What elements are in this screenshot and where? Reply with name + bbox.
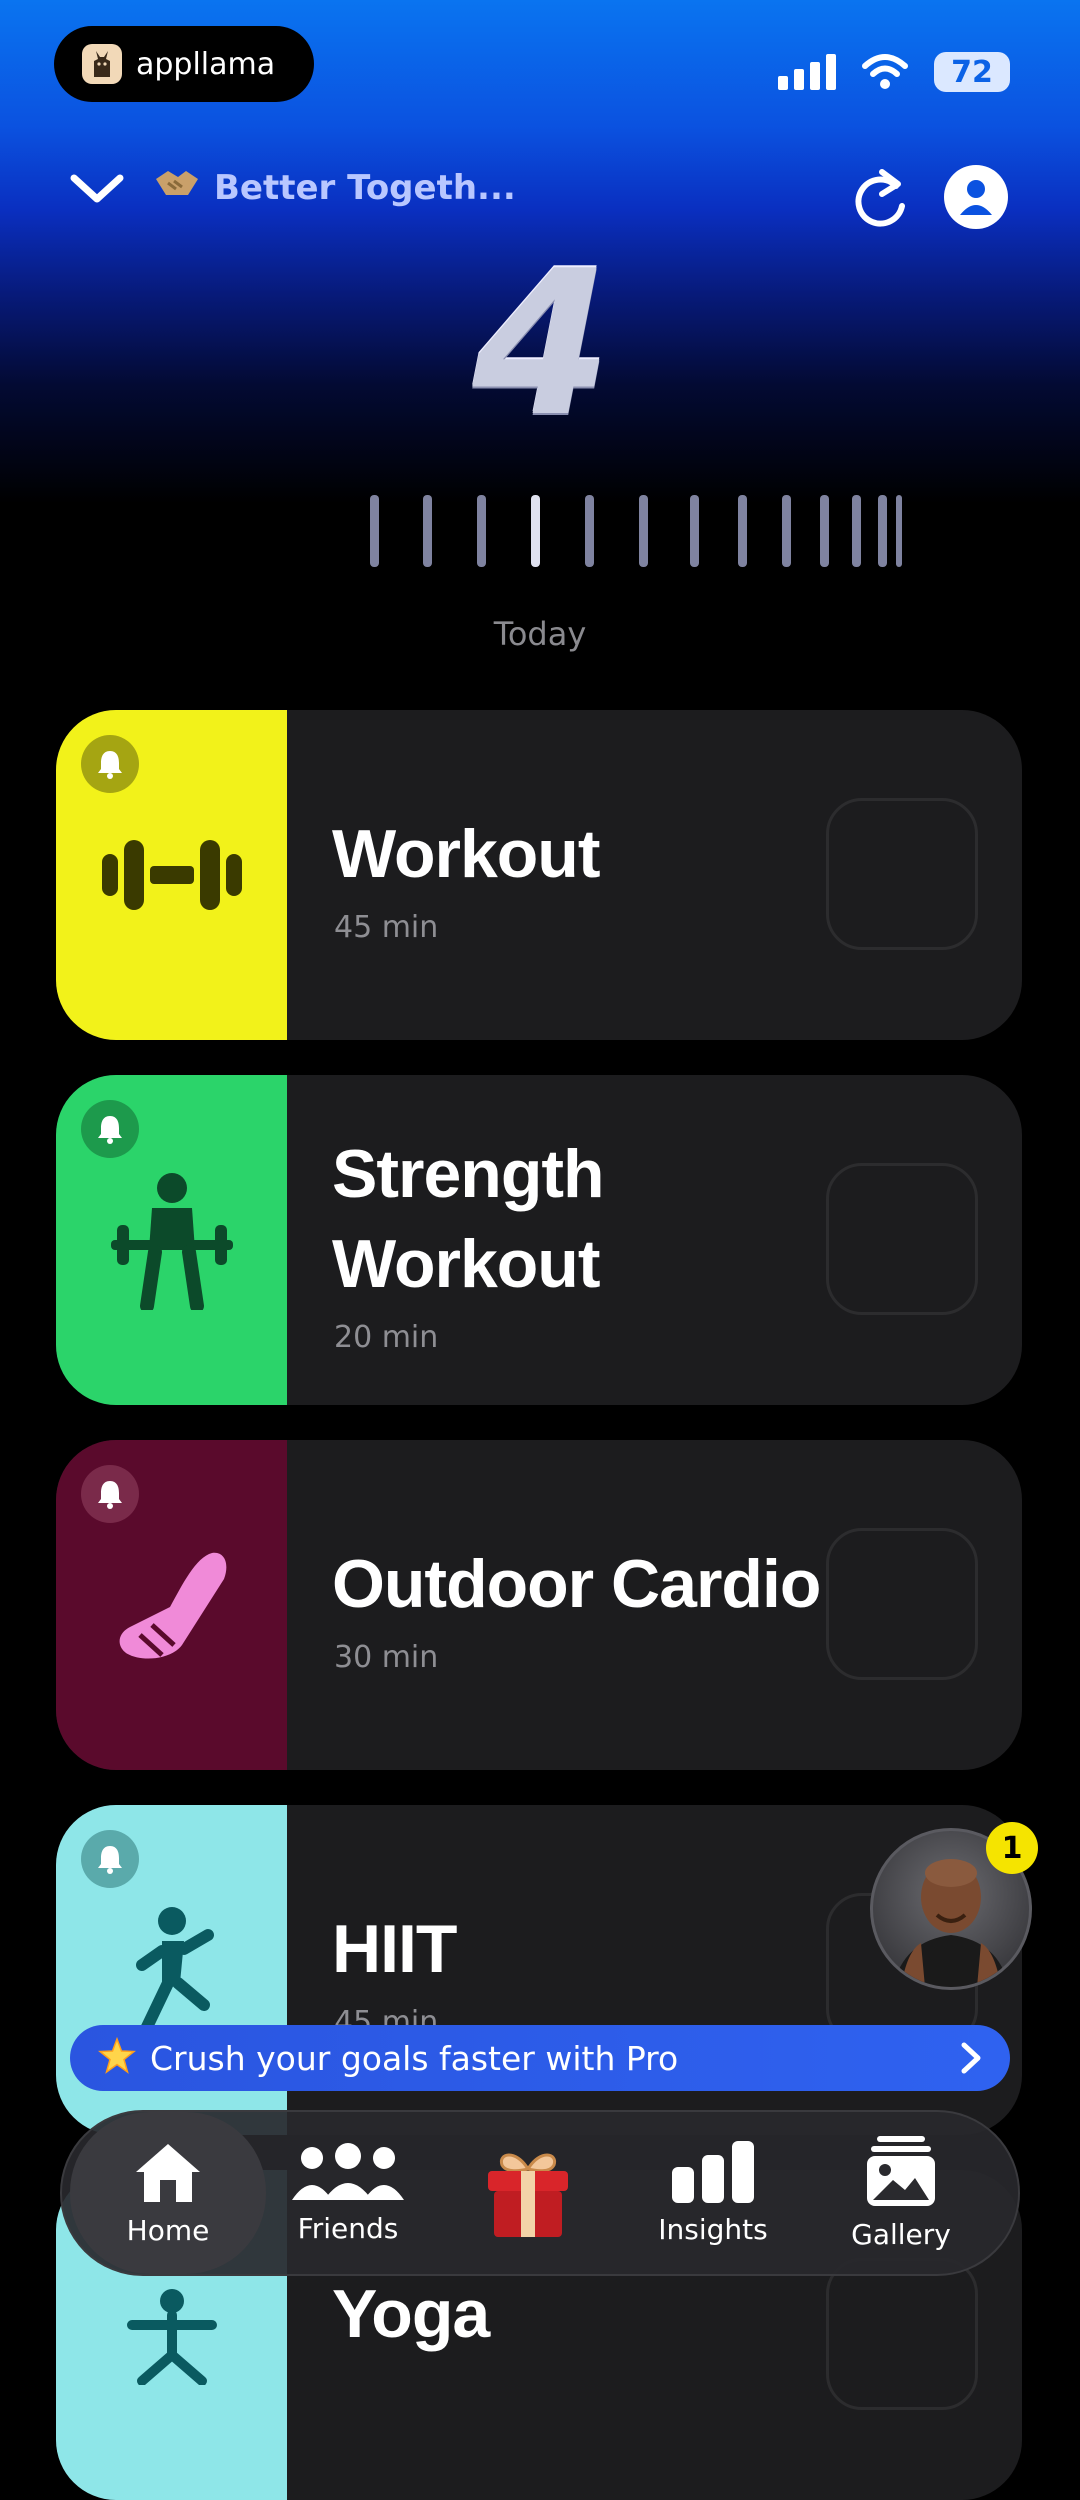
promo-text: Crush your goals faster with Pro [150, 2038, 679, 2078]
bell-icon[interactable] [81, 1100, 139, 1158]
bell-icon[interactable] [81, 735, 139, 793]
star-icon [97, 2036, 137, 2079]
llama-logo-icon [82, 44, 122, 84]
team-selector[interactable]: Better Togeth... [154, 165, 516, 210]
habit-duration: 20 min [334, 1320, 439, 1355]
habit-checkbox[interactable] [826, 798, 978, 950]
habit-title: Workout [332, 816, 600, 892]
tab-friends[interactable]: Friends [258, 2112, 438, 2274]
tab-gallery[interactable]: Gallery [808, 2112, 994, 2274]
coach-notification-badge: 1 [986, 1822, 1038, 1874]
habit-checkbox[interactable] [826, 1528, 978, 1680]
gallery-icon [867, 2135, 935, 2206]
user-icon [960, 180, 992, 215]
team-name: Better Togeth... [214, 167, 516, 208]
signal-icon [778, 54, 836, 90]
dumbbell-icon [101, 840, 242, 910]
habit-card-workout[interactable]: Workout 45 min [56, 710, 1022, 1040]
chevron-down-icon[interactable] [70, 172, 124, 204]
bottom-tab-bar: Home Friends Insights Gallery [60, 2110, 1020, 2276]
app-pill: appllama [54, 26, 314, 102]
profile-button[interactable] [944, 165, 1008, 229]
status-icons: 72 [778, 52, 1010, 92]
habit-card-outdoor-cardio[interactable]: Outdoor Cardio 30 min [56, 1440, 1022, 1770]
refresh-icon[interactable] [852, 166, 910, 228]
habit-checkbox[interactable] [826, 1163, 978, 1315]
handshake-icon [154, 165, 200, 210]
app-name: appllama [136, 46, 276, 82]
home-icon [136, 2143, 200, 2202]
habit-checkbox[interactable] [826, 2258, 978, 2410]
gift-icon [488, 2153, 568, 2237]
yoga-icon [126, 2289, 217, 2385]
habit-card-strength-workout[interactable]: Strength Workout 20 min [56, 1075, 1022, 1405]
friends-icon [292, 2142, 404, 2200]
sneaker-icon [119, 1552, 226, 1659]
bell-icon[interactable] [81, 1830, 139, 1888]
runner-icon [135, 1907, 214, 2035]
tab-insights[interactable]: Insights [618, 2112, 808, 2274]
habit-duration: 30 min [334, 1640, 439, 1675]
battery-indicator: 72 [934, 52, 1010, 92]
habit-title: Yoga [332, 2276, 490, 2352]
chevron-right-icon [961, 2042, 981, 2074]
tab-home[interactable]: Home [70, 2112, 266, 2274]
tab-label: Friends [297, 2211, 399, 2245]
bar-chart-icon [672, 2140, 754, 2203]
bell-icon[interactable] [81, 1465, 139, 1523]
habit-title: Strength [332, 1136, 605, 1212]
streak-count: 4 [472, 228, 611, 461]
tab-label: Insights [658, 2212, 768, 2246]
wifi-icon [862, 54, 908, 89]
tab-gift[interactable] [438, 2112, 618, 2274]
habit-title: HIIT [332, 1911, 457, 1987]
habit-title: Outdoor Cardio [332, 1546, 821, 1622]
pro-promo-banner[interactable]: Crush your goals faster with Pro [70, 2025, 1010, 2091]
habit-title-line-2: Workout [332, 1226, 600, 1302]
tab-label: Gallery [851, 2217, 951, 2251]
habit-duration: 45 min [334, 910, 439, 945]
day-ticks[interactable] [360, 495, 920, 567]
weightlifter-icon [110, 1173, 233, 1310]
date-label: Today [493, 615, 587, 653]
tab-label: Home [126, 2213, 210, 2247]
